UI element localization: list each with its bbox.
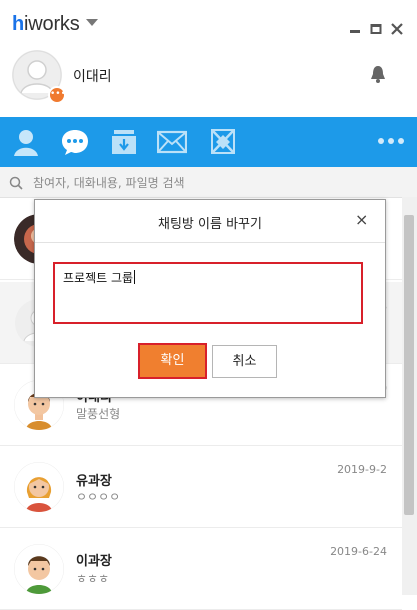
minimize-icon [350, 30, 360, 33]
chat-tab[interactable] [60, 127, 90, 157]
approval-tab[interactable] [208, 127, 238, 157]
status-menu-icon[interactable]: ••• [48, 86, 66, 104]
notification-button[interactable] [368, 64, 388, 88]
list-item[interactable]: 유과장 ㅇㅇㅇㅇ 2019-9-2 [0, 446, 402, 528]
chat-last-message: ㅇㅇㅇㅇ [76, 490, 121, 504]
chat-date: 2019-6-24 [330, 545, 387, 558]
chat-bubble-icon [62, 130, 88, 155]
dialog-close-button[interactable]: × [355, 210, 368, 229]
chat-name: 이과장 [76, 554, 112, 569]
minimize-button[interactable] [349, 20, 361, 33]
chat-last-message: ㅎㅎㅎ [76, 572, 110, 586]
main-toolbar [0, 117, 417, 167]
search-bar[interactable]: 참여자, 대화내용, 파일명 검색 [0, 167, 417, 198]
rename-chat-dialog: 채팅방 이름 바꾸기 × 프로젝트 그룹 확인 취소 [34, 199, 386, 398]
cancel-button[interactable]: 취소 [212, 345, 277, 378]
chat-last-message: 말풍선형 [76, 407, 121, 421]
contacts-tab[interactable] [11, 127, 41, 157]
search-input[interactable]: 참여자, 대화내용, 파일명 검색 [33, 174, 185, 191]
chat-name-input-value: 프로젝트 그룹 [63, 271, 134, 285]
close-window-button[interactable] [391, 20, 403, 35]
dialog-title: 채팅방 이름 바꾸기 [158, 217, 262, 232]
more-button[interactable] [376, 129, 406, 159]
list-item[interactable]: 이과장 ㅎㅎㅎ 2019-6-24 [0, 528, 402, 610]
scrollbar-thumb[interactable] [404, 215, 414, 515]
approval-icon [211, 129, 235, 154]
person-icon [14, 130, 38, 156]
avatar [14, 462, 64, 512]
more-horizontal-icon [378, 138, 404, 144]
maximize-button[interactable] [370, 20, 382, 34]
title-bar: hiworks [0, 0, 417, 50]
download-box-icon [112, 130, 136, 154]
chat-name-input[interactable]: 프로젝트 그룹 [53, 262, 363, 324]
search-icon [9, 175, 23, 194]
profile-name: 이대리 [73, 69, 112, 85]
text-caret [134, 270, 136, 284]
maximize-icon [370, 24, 382, 34]
avatar [14, 544, 64, 594]
chevron-down-icon[interactable] [86, 19, 98, 26]
chat-name: 유과장 [76, 474, 112, 489]
file-box-tab[interactable] [109, 127, 139, 157]
app-logo[interactable]: hiworks [12, 13, 80, 36]
divider [35, 242, 385, 243]
bell-icon [371, 66, 385, 83]
mail-icon [156, 130, 188, 154]
close-icon [391, 23, 403, 35]
mail-tab[interactable] [156, 127, 188, 157]
chat-date: 2019-9-2 [337, 463, 387, 476]
confirm-button[interactable]: 확인 [138, 343, 207, 379]
